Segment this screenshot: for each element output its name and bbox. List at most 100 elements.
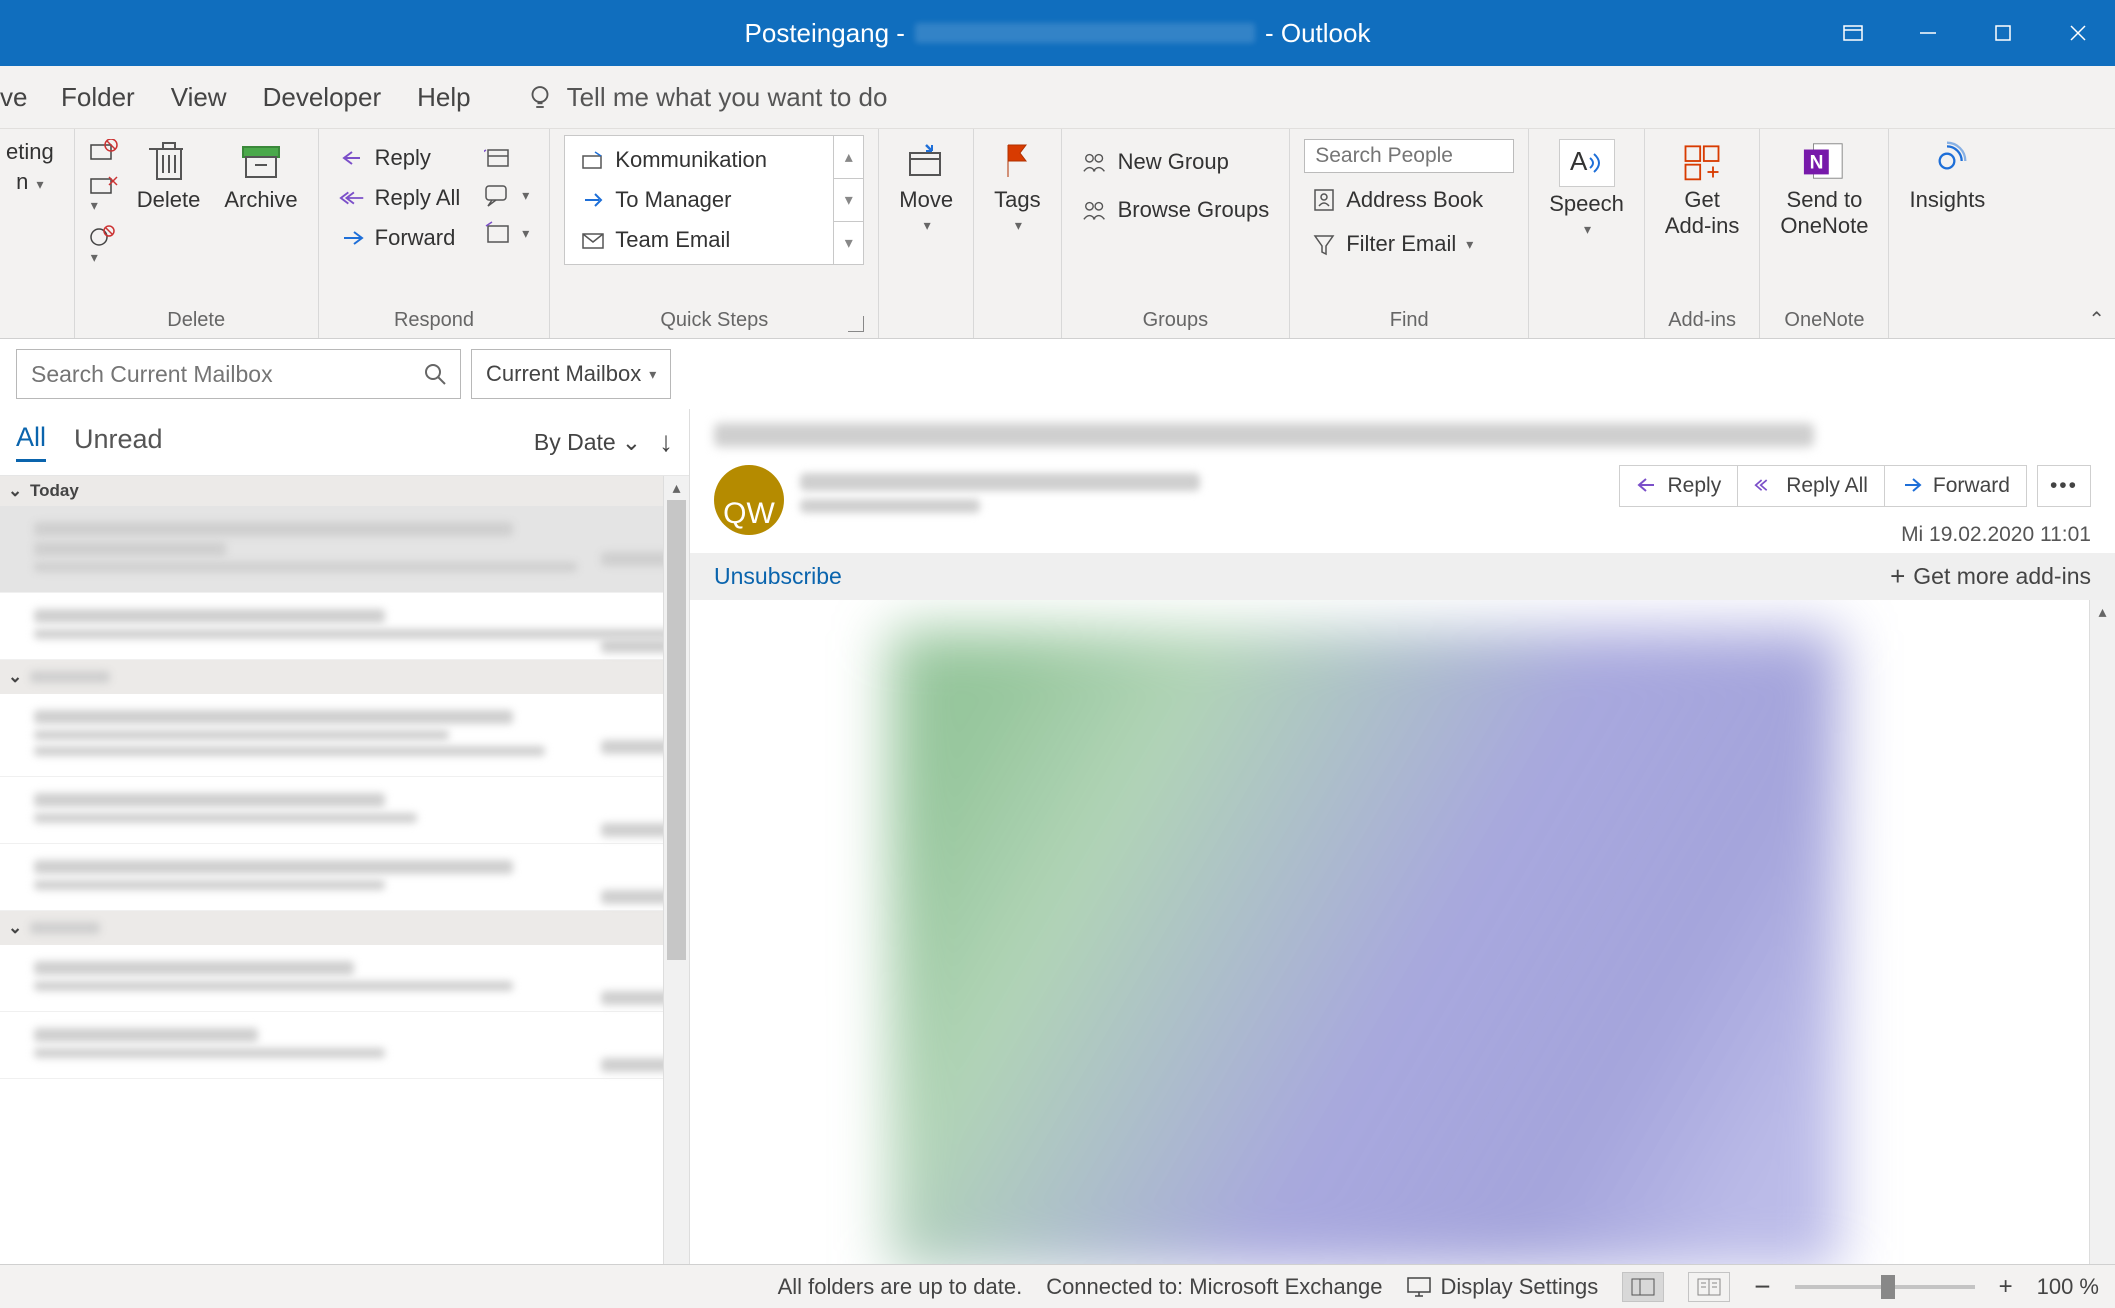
insights-label: Insights bbox=[1909, 187, 1985, 213]
address-book-button[interactable]: Address Book bbox=[1304, 183, 1514, 217]
get-more-addins-link[interactable]: + Get more add-ins bbox=[1890, 561, 2091, 592]
tell-me-search[interactable]: Tell me what you want to do bbox=[525, 82, 888, 113]
menu-folder[interactable]: Folder bbox=[61, 82, 135, 113]
trash-icon bbox=[147, 139, 191, 183]
message-item[interactable] bbox=[0, 506, 689, 593]
close-button[interactable] bbox=[2040, 0, 2115, 66]
tab-all[interactable]: All bbox=[16, 422, 46, 462]
filter-email-button[interactable]: Filter Email▾ bbox=[1304, 227, 1514, 261]
unsubscribe-link[interactable]: Unsubscribe bbox=[714, 563, 842, 590]
cleanup-icon[interactable]: ▾ bbox=[89, 173, 119, 215]
zoom-thumb[interactable] bbox=[1881, 1275, 1895, 1299]
search-icon[interactable] bbox=[410, 361, 460, 387]
plus-icon: + bbox=[1890, 561, 1905, 592]
send-to-onenote-button[interactable]: N Send to OneNote bbox=[1774, 135, 1874, 244]
reply-all-label: Reply All bbox=[375, 185, 461, 211]
scroll-up-icon[interactable]: ▴ bbox=[664, 476, 689, 500]
more-actions-button[interactable]: ••• bbox=[2037, 465, 2091, 507]
message-filter-tabs: All Unread By Date ⌄ ↓ bbox=[0, 409, 689, 475]
more-icon: ••• bbox=[2050, 474, 2078, 498]
mailbox-search[interactable] bbox=[16, 349, 461, 399]
reply-all-icon bbox=[339, 184, 367, 212]
message-item[interactable] bbox=[0, 945, 689, 1012]
tags-button[interactable]: Tags▾ bbox=[988, 135, 1046, 238]
quickstep-to-manager[interactable]: To Manager bbox=[573, 183, 825, 217]
quickstep-team-email[interactable]: Team Email bbox=[573, 223, 825, 257]
speech-button[interactable]: A Speech▾ bbox=[1543, 135, 1630, 242]
sort-direction-button[interactable]: ↓ bbox=[659, 426, 673, 458]
menu-view[interactable]: View bbox=[171, 82, 227, 113]
message-item[interactable] bbox=[0, 694, 689, 777]
forward-action-button[interactable]: Forward bbox=[1885, 465, 2027, 507]
reply-all-button[interactable]: Reply All bbox=[333, 181, 467, 215]
menu-bar: ve Folder View Developer Help Tell me wh… bbox=[0, 66, 2115, 129]
move-button[interactable]: Move▾ bbox=[893, 135, 959, 238]
display-settings-button[interactable]: Display Settings bbox=[1406, 1274, 1598, 1300]
quicksteps-scroll[interactable]: ▴ ▾ ▾ bbox=[833, 136, 863, 264]
tab-unread[interactable]: Unread bbox=[74, 424, 163, 461]
ignore-icon[interactable] bbox=[89, 139, 119, 163]
message-item[interactable] bbox=[0, 593, 689, 660]
reading-view-button[interactable] bbox=[1688, 1272, 1730, 1302]
search-input[interactable] bbox=[17, 361, 410, 388]
date-group[interactable]: ⌄ bbox=[0, 911, 689, 945]
message-item[interactable] bbox=[0, 1012, 689, 1079]
subject-redacted bbox=[714, 423, 1814, 447]
menu-truncated[interactable]: ve bbox=[0, 82, 25, 113]
message-item[interactable] bbox=[0, 777, 689, 844]
new-group-button[interactable]: New Group bbox=[1076, 145, 1276, 179]
sort-by-button[interactable]: By Date ⌄ bbox=[534, 429, 641, 456]
zoom-out-button[interactable]: − bbox=[1754, 1271, 1770, 1303]
reading-scrollbar[interactable]: ▴ ▾ bbox=[2089, 600, 2115, 1308]
sender-avatar[interactable]: QW bbox=[714, 465, 784, 535]
menu-developer[interactable]: Developer bbox=[263, 82, 382, 113]
quicksteps-gallery[interactable]: Kommunikation To Manager Team Email ▴ ▾ … bbox=[564, 135, 864, 265]
browse-groups-button[interactable]: Browse Groups bbox=[1076, 193, 1276, 227]
ribbon-display-options-button[interactable] bbox=[1815, 0, 1890, 66]
quickstep-kommunikation[interactable]: Kommunikation bbox=[573, 143, 825, 177]
quicksteps-down[interactable]: ▾ bbox=[834, 179, 863, 222]
ribbon-group-addins: Get Add-ins Add-ins bbox=[1645, 129, 1761, 338]
message-item[interactable] bbox=[0, 844, 689, 911]
insights-button[interactable]: Insights bbox=[1903, 135, 1991, 217]
scrollbar-thumb[interactable] bbox=[667, 500, 686, 960]
archive-button[interactable]: Archive bbox=[218, 135, 303, 217]
quicksteps-more[interactable]: ▾ bbox=[834, 222, 863, 264]
meeting-reply-button[interactable] bbox=[478, 141, 535, 173]
normal-view-button[interactable] bbox=[1622, 1272, 1664, 1302]
minimize-button[interactable] bbox=[1890, 0, 1965, 66]
message-list-pane: All Unread By Date ⌄ ↓ ⌄Today ⌄ bbox=[0, 409, 690, 1308]
zoom-in-button[interactable]: + bbox=[1999, 1273, 2013, 1301]
ribbon-group-find: Address Book Filter Email▾ Find bbox=[1290, 129, 1529, 338]
quicksteps-launcher-icon[interactable] bbox=[848, 316, 864, 332]
reply-icon bbox=[1636, 475, 1658, 497]
maximize-button[interactable] bbox=[1965, 0, 2040, 66]
reading-body[interactable]: ▴ ▾ bbox=[690, 600, 2115, 1308]
zoom-slider[interactable] bbox=[1795, 1285, 1975, 1289]
get-addins-button[interactable]: Get Add-ins bbox=[1659, 135, 1746, 244]
zoom-level[interactable]: 100 % bbox=[2037, 1274, 2099, 1300]
reply-all-action-button[interactable]: Reply All bbox=[1738, 465, 1885, 507]
scroll-up-icon[interactable]: ▴ bbox=[2090, 600, 2115, 624]
search-people-input[interactable] bbox=[1304, 139, 1514, 173]
search-scope-dropdown[interactable]: Current Mailbox ▾ bbox=[471, 349, 671, 399]
sync-status: All folders are up to date. bbox=[778, 1274, 1023, 1300]
forward-button[interactable]: Forward bbox=[333, 221, 467, 255]
new-meeting-button-truncated[interactable]: eting n ▾ bbox=[0, 135, 60, 200]
im-reply-button[interactable]: ▾ bbox=[478, 179, 535, 211]
quicksteps-up[interactable]: ▴ bbox=[834, 136, 863, 179]
speech-label: Speech bbox=[1549, 191, 1624, 217]
date-group-today[interactable]: ⌄Today bbox=[0, 476, 689, 506]
chevron-down-icon: ⌄ bbox=[8, 481, 22, 501]
people-icon bbox=[1082, 196, 1110, 224]
message-list[interactable]: ⌄Today ⌄ bbox=[0, 475, 689, 1308]
collapse-ribbon-button[interactable]: ⌃ bbox=[2088, 307, 2105, 332]
delete-button[interactable]: Delete bbox=[131, 135, 207, 217]
menu-help[interactable]: Help bbox=[417, 82, 470, 113]
date-group[interactable]: ⌄ bbox=[0, 660, 689, 694]
reply-action-button[interactable]: Reply bbox=[1619, 465, 1739, 507]
message-list-scrollbar[interactable]: ▴ ▾ bbox=[663, 476, 689, 1308]
junk-icon[interactable]: ▾ bbox=[89, 225, 119, 267]
more-respond-button[interactable]: ▾ bbox=[478, 217, 535, 249]
reply-button[interactable]: Reply bbox=[333, 141, 467, 175]
